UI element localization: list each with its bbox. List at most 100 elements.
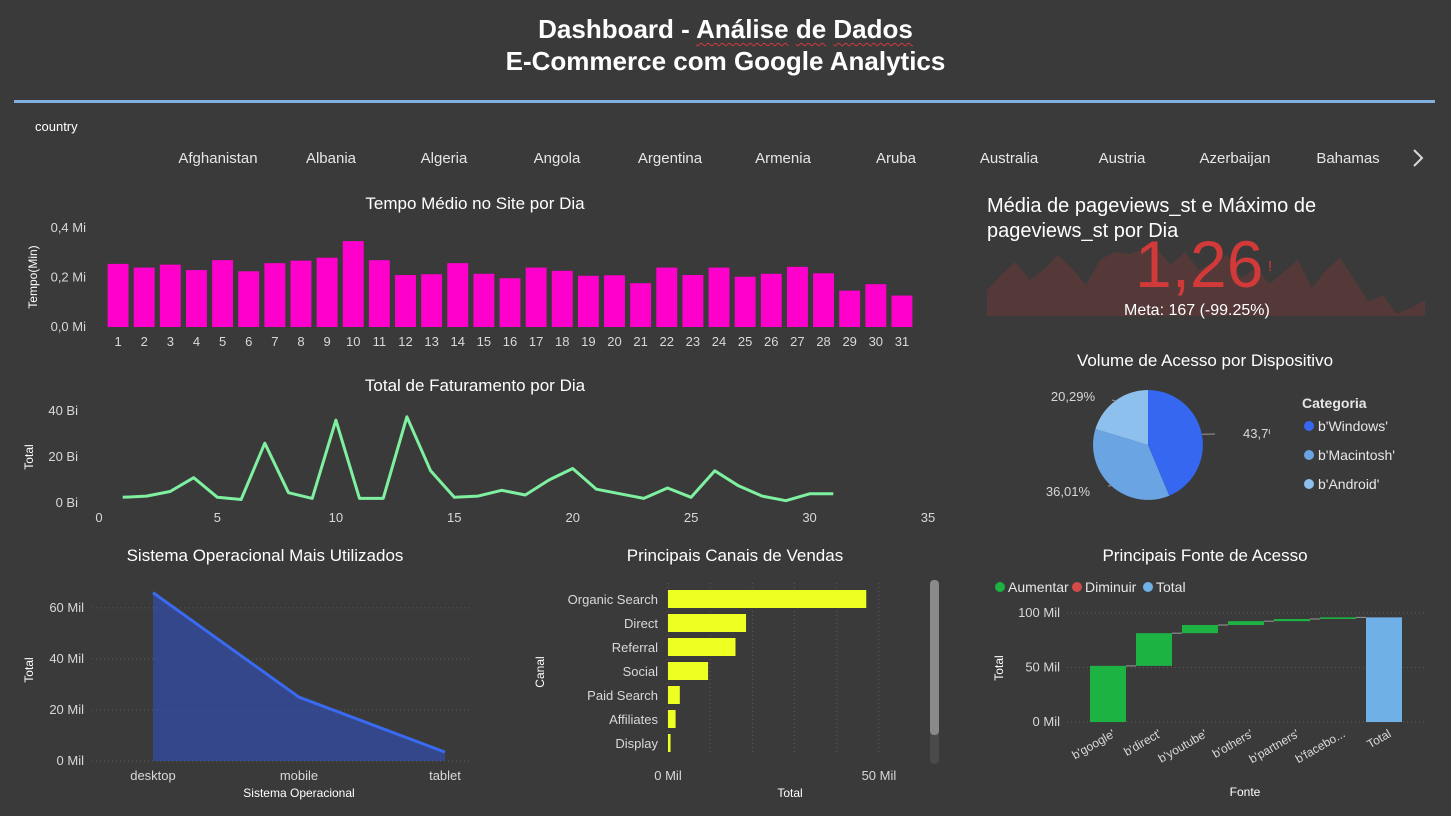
kpi-goal: Meta: 167 (-99.25%): [1124, 302, 1270, 319]
x-tick-label: 11: [373, 334, 387, 349]
x-tick-label: 28: [816, 334, 830, 349]
y-tick-label: 60 Mil: [49, 600, 84, 615]
legend-item-decrease[interactable]: Diminuir: [1072, 579, 1136, 595]
country-option[interactable]: Austria: [1067, 150, 1177, 167]
bar: [891, 295, 913, 327]
legend-item-total[interactable]: Total: [1143, 579, 1186, 595]
pie-value-label: 20,29%: [1051, 389, 1096, 404]
x-tick-label: tablet: [429, 768, 461, 783]
y-tick-label: 0,2 Mi: [51, 270, 87, 285]
country-option[interactable]: Albania: [276, 150, 386, 167]
channels-scrollbar-thumb[interactable]: [930, 580, 939, 735]
x-tick-label: mobile: [280, 768, 318, 783]
country-option[interactable]: Azerbaijan: [1180, 150, 1290, 167]
x-tick-label: 25: [684, 510, 698, 525]
bar: [290, 260, 312, 327]
country-option[interactable]: Angola: [502, 150, 612, 167]
country-option[interactable]: Algeria: [389, 150, 499, 167]
waterfall-bar: [1320, 617, 1356, 619]
title-word-de: de: [795, 14, 827, 44]
source-chart-title: Principais Fonte de Acesso: [1102, 546, 1308, 565]
legend-dot: [1072, 582, 1082, 592]
x-axis-title: Fonte: [1230, 785, 1261, 799]
legend-item-android[interactable]: b'Android': [1304, 476, 1379, 492]
bar: [630, 283, 652, 327]
revenue-chart-title: Total de Faturamento por Dia: [364, 376, 586, 395]
y-tick-label: 40 Mil: [49, 651, 84, 666]
x-tick-label: 30: [802, 510, 816, 525]
x-tick-label: 5: [214, 510, 221, 525]
dashboard-title-line2: E-Commerce com Google Analytics: [505, 46, 946, 76]
legend-label: Diminuir: [1085, 579, 1137, 595]
x-tick-label: 15: [447, 510, 461, 525]
y-tick-label: 50 Mil: [1025, 660, 1060, 675]
x-tick-label: 14: [451, 334, 465, 349]
country-option[interactable]: Aruba: [841, 150, 951, 167]
bar: [668, 734, 671, 752]
y-tick-label: 0 Mil: [57, 753, 85, 768]
bar: [839, 290, 861, 327]
x-tick-label: 31: [895, 334, 909, 349]
bar: [525, 267, 547, 327]
x-tick-label: 30: [869, 334, 883, 349]
x-tick-label: 22: [660, 334, 674, 349]
bar: [668, 686, 680, 704]
y-tick-label: Social: [623, 664, 659, 679]
legend-item-macintosh[interactable]: b'Macintosh': [1304, 447, 1395, 463]
x-tick-label: 21: [633, 334, 647, 349]
y-tick-label: 0 Mil: [1033, 714, 1061, 729]
header-divider: [14, 100, 1435, 103]
country-option[interactable]: Australia: [954, 150, 1064, 167]
waterfall-bar: [1274, 618, 1310, 622]
x-tick-label: 50 Mil: [862, 768, 897, 783]
bar: [786, 266, 808, 327]
x-tick-label: b'partners': [1247, 726, 1302, 766]
bar: [668, 638, 736, 656]
channels-bar-chart: Organic Search Direct Referral Social Paid S…: [533, 583, 897, 800]
bar: [159, 264, 181, 327]
bar: [734, 276, 756, 327]
avg-time-bar-chart: 0,0 Mi0,2 Mi0,4 MiTempo(Min)1 2 3 4 5 6 7 8 9 10 1…: [26, 220, 913, 349]
y-tick-label: Display: [615, 736, 658, 751]
title-word-analise: Análise: [696, 14, 789, 44]
kpi-status-indicator: !: [1268, 258, 1273, 275]
legend-label: b'Macintosh': [1318, 447, 1395, 463]
device-pie-chart: 43,7% 36,01% 20,29%: [1046, 389, 1270, 500]
x-tick-label: 20: [607, 334, 621, 349]
x-tick-label: 3: [167, 334, 174, 349]
bar: [668, 614, 747, 632]
bar: [865, 284, 887, 327]
bar: [656, 267, 678, 327]
country-option[interactable]: Afghanistan: [163, 150, 273, 167]
y-tick-label: 40 Bi: [48, 403, 78, 418]
x-tick-label: 8: [297, 334, 304, 349]
legend-label: Aumentar: [1008, 579, 1069, 595]
revenue-line: [122, 415, 834, 503]
device-legend-title: Categoria: [1302, 395, 1367, 411]
bar: [604, 275, 625, 327]
country-option[interactable]: Bahamas: [1293, 150, 1403, 167]
x-tick-label: 12: [398, 334, 412, 349]
bar: [264, 263, 286, 327]
legend-dot: [995, 582, 1005, 592]
country-option[interactable]: Argentina: [615, 150, 725, 167]
x-tick-label: 13: [424, 334, 438, 349]
legend-item-windows[interactable]: b'Windows': [1304, 418, 1388, 434]
y-tick-label: 20 Bi: [48, 449, 78, 464]
title-prefix: Dashboard -: [538, 14, 697, 44]
bar: [760, 273, 782, 327]
country-option[interactable]: Armenia: [728, 150, 838, 167]
x-tick-label: b'youtube': [1156, 726, 1210, 765]
x-tick-label: 2: [141, 334, 148, 349]
y-tick-label: 20 Mil: [49, 702, 84, 717]
y-axis-title: Total: [22, 657, 36, 682]
x-tick-label: 35: [921, 510, 935, 525]
chevron-right-icon[interactable]: [1408, 146, 1428, 170]
country-slicer-label: country: [35, 119, 78, 134]
legend-item-increase[interactable]: Aumentar: [995, 579, 1069, 595]
x-tick-label: 10: [329, 510, 343, 525]
pie-value-label: 36,01%: [1046, 484, 1091, 499]
pie-value-label: 43,7%: [1243, 426, 1270, 441]
os-chart-title: Sistema Operacional Mais Utilizados: [126, 546, 404, 565]
bar: [668, 710, 676, 728]
